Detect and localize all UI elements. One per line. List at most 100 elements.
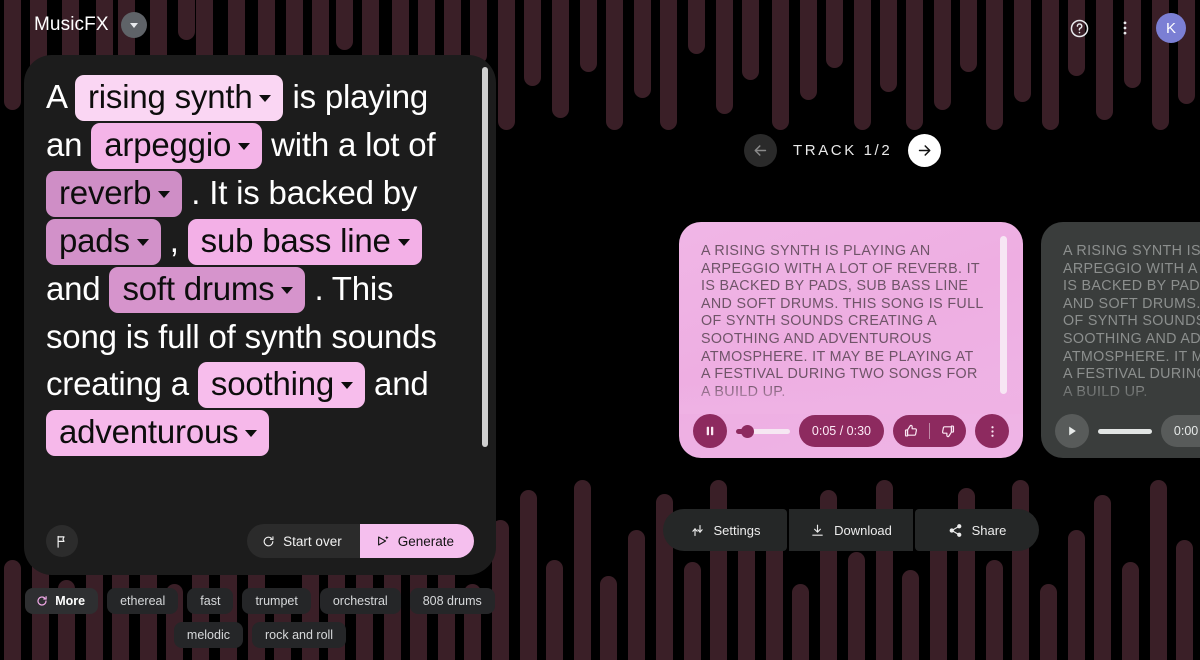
- suggestion-tag[interactable]: trumpet: [242, 588, 311, 614]
- prompt-chip-label: soft drums: [122, 270, 275, 307]
- waveform-bar: [1176, 540, 1193, 660]
- waveform-bar: [710, 480, 727, 660]
- suggestion-tag[interactable]: rock and roll: [251, 622, 347, 648]
- suggestion-tag[interactable]: 808 drums: [409, 588, 495, 614]
- waveform-bar: [902, 570, 919, 660]
- time-display: 0:00 / 0:30: [1160, 415, 1200, 447]
- header-actions: K: [1059, 8, 1186, 48]
- app-header: MusicFX K: [0, 0, 1200, 48]
- prompt-scrollbar[interactable]: [482, 67, 488, 567]
- suggestion-tag[interactable]: fast: [187, 588, 234, 614]
- player-controls: 0:05 / 0:30: [693, 414, 1009, 448]
- track-description: A RISING SYNTH IS PLAYING AN ARPEGGIO WI…: [1063, 243, 1200, 400]
- track-card: A RISING SYNTH IS PLAYING AN ARPEGGIO WI…: [679, 222, 1023, 458]
- waveform-bar: [792, 584, 809, 660]
- generate-label: Generate: [397, 533, 454, 549]
- flag-icon[interactable]: [46, 525, 78, 557]
- arrow-right-icon[interactable]: [908, 134, 942, 167]
- time-display: 0:05 / 0:30: [798, 415, 884, 447]
- waveform-bar: [1122, 562, 1139, 660]
- brand: MusicFX: [34, 12, 147, 38]
- chevron-down-icon: [245, 430, 258, 437]
- refresh-icon: [37, 596, 47, 606]
- waveform-bar: [600, 576, 617, 660]
- start-over-button[interactable]: Start over: [247, 524, 360, 558]
- rating-group: [893, 415, 966, 447]
- chevron-down-icon: [158, 191, 171, 198]
- share-button[interactable]: Share: [915, 509, 1039, 551]
- thumb-up-icon[interactable]: [893, 415, 929, 447]
- waveform-bar: [628, 530, 645, 660]
- prompt-static-text: A: [46, 78, 75, 115]
- download-button[interactable]: Download: [789, 509, 913, 551]
- waveform-bar: [876, 480, 893, 660]
- waveform-bar: [574, 480, 591, 660]
- musicfx-app: MusicFX K A rising synth is playing an a…: [0, 0, 1200, 660]
- track-card: A RISING SYNTH IS PLAYING AN ARPEGGIO WI…: [1041, 222, 1200, 458]
- pause-icon[interactable]: [693, 414, 727, 448]
- track-counter-label: TRACK 1/2: [793, 142, 893, 159]
- prompt-chip-label: pads: [59, 222, 130, 259]
- waveform-bar: [1040, 584, 1057, 660]
- prompt-chip[interactable]: soft drums: [109, 267, 306, 313]
- prompt-static-text: with a lot of: [262, 126, 436, 163]
- waveform-bar: [738, 540, 755, 660]
- prompt-chip-label: reverb: [59, 174, 152, 211]
- generate-button[interactable]: Generate: [359, 524, 474, 558]
- prompt-chip-label: soothing: [210, 365, 335, 402]
- settings-button[interactable]: Settings: [663, 509, 787, 551]
- suggestion-tags: More ethereal fast trumpet orchestral 808 dru…: [24, 588, 496, 648]
- prompt-action-group: Start over Generate: [247, 524, 474, 558]
- prompt-chip[interactable]: pads: [46, 219, 161, 265]
- prompt-chip[interactable]: reverb: [46, 171, 183, 217]
- thumb-down-icon[interactable]: [930, 415, 966, 447]
- text-fade-overlay: [1041, 384, 1200, 414]
- avatar[interactable]: K: [1156, 13, 1186, 43]
- arrow-left-icon[interactable]: [744, 134, 777, 167]
- settings-label: Settings: [713, 522, 761, 538]
- prompt-chip[interactable]: soothing: [197, 362, 366, 408]
- waveform-bar: [546, 560, 563, 660]
- track-description-scrollbar[interactable]: [1000, 236, 1007, 400]
- suggestion-tag[interactable]: melodic: [173, 622, 243, 648]
- more-vertical-icon[interactable]: [1105, 8, 1145, 48]
- waveform-bar: [1150, 480, 1167, 660]
- chevron-down-icon: [259, 95, 272, 102]
- prompt-chip[interactable]: arpeggio: [91, 123, 263, 169]
- prompt-chip[interactable]: adventurous: [46, 410, 270, 456]
- chevron-down-icon: [397, 239, 410, 246]
- waveform-bar: [1068, 530, 1085, 660]
- prompt-chip[interactable]: sub bass line: [187, 219, 422, 265]
- progress-slider[interactable]: [736, 414, 790, 448]
- chevron-down-icon: [341, 382, 354, 389]
- app-title: MusicFX: [34, 14, 109, 35]
- chevron-down-icon: [281, 287, 294, 294]
- waveform-bar: [520, 490, 537, 660]
- help-circle-icon[interactable]: [1059, 8, 1099, 48]
- share-label: Share: [971, 522, 1007, 538]
- waveform-bar: [986, 560, 1003, 660]
- text-fade-overlay: [679, 384, 1023, 414]
- prompt-text[interactable]: A rising synth is playing an arpeggio wi…: [46, 73, 470, 456]
- track-overflow-icon[interactable]: [975, 414, 1009, 448]
- download-label: Download: [834, 522, 892, 538]
- waveform-bar: [684, 562, 701, 660]
- play-icon[interactable]: [1055, 414, 1089, 448]
- chevron-down-icon[interactable]: [120, 12, 147, 38]
- suggestion-tag[interactable]: ethereal: [107, 588, 179, 614]
- more-tags-label: More: [55, 594, 86, 608]
- prompt-chip-label: arpeggio: [104, 126, 232, 163]
- waveform-bar: [4, 560, 21, 660]
- prompt-static-text: ,: [160, 222, 188, 259]
- prompt-editor-scroll-area[interactable]: A rising synth is playing an arpeggio wi…: [24, 55, 496, 507]
- prompt-chip-label: adventurous: [59, 413, 239, 450]
- prompt-chip[interactable]: rising synth: [74, 75, 284, 121]
- prompt-editor-panel: A rising synth is playing an arpeggio wi…: [24, 55, 496, 575]
- progress-slider[interactable]: [1098, 414, 1152, 448]
- more-tags-button[interactable]: More: [25, 588, 99, 614]
- prompt-static-text: . It is backed by: [182, 174, 418, 211]
- prompt-static-text: and: [46, 270, 110, 307]
- waveform-bar: [1012, 480, 1029, 660]
- suggestion-tag[interactable]: orchestral: [319, 588, 401, 614]
- prompt-footer: Start over Generate: [24, 507, 496, 575]
